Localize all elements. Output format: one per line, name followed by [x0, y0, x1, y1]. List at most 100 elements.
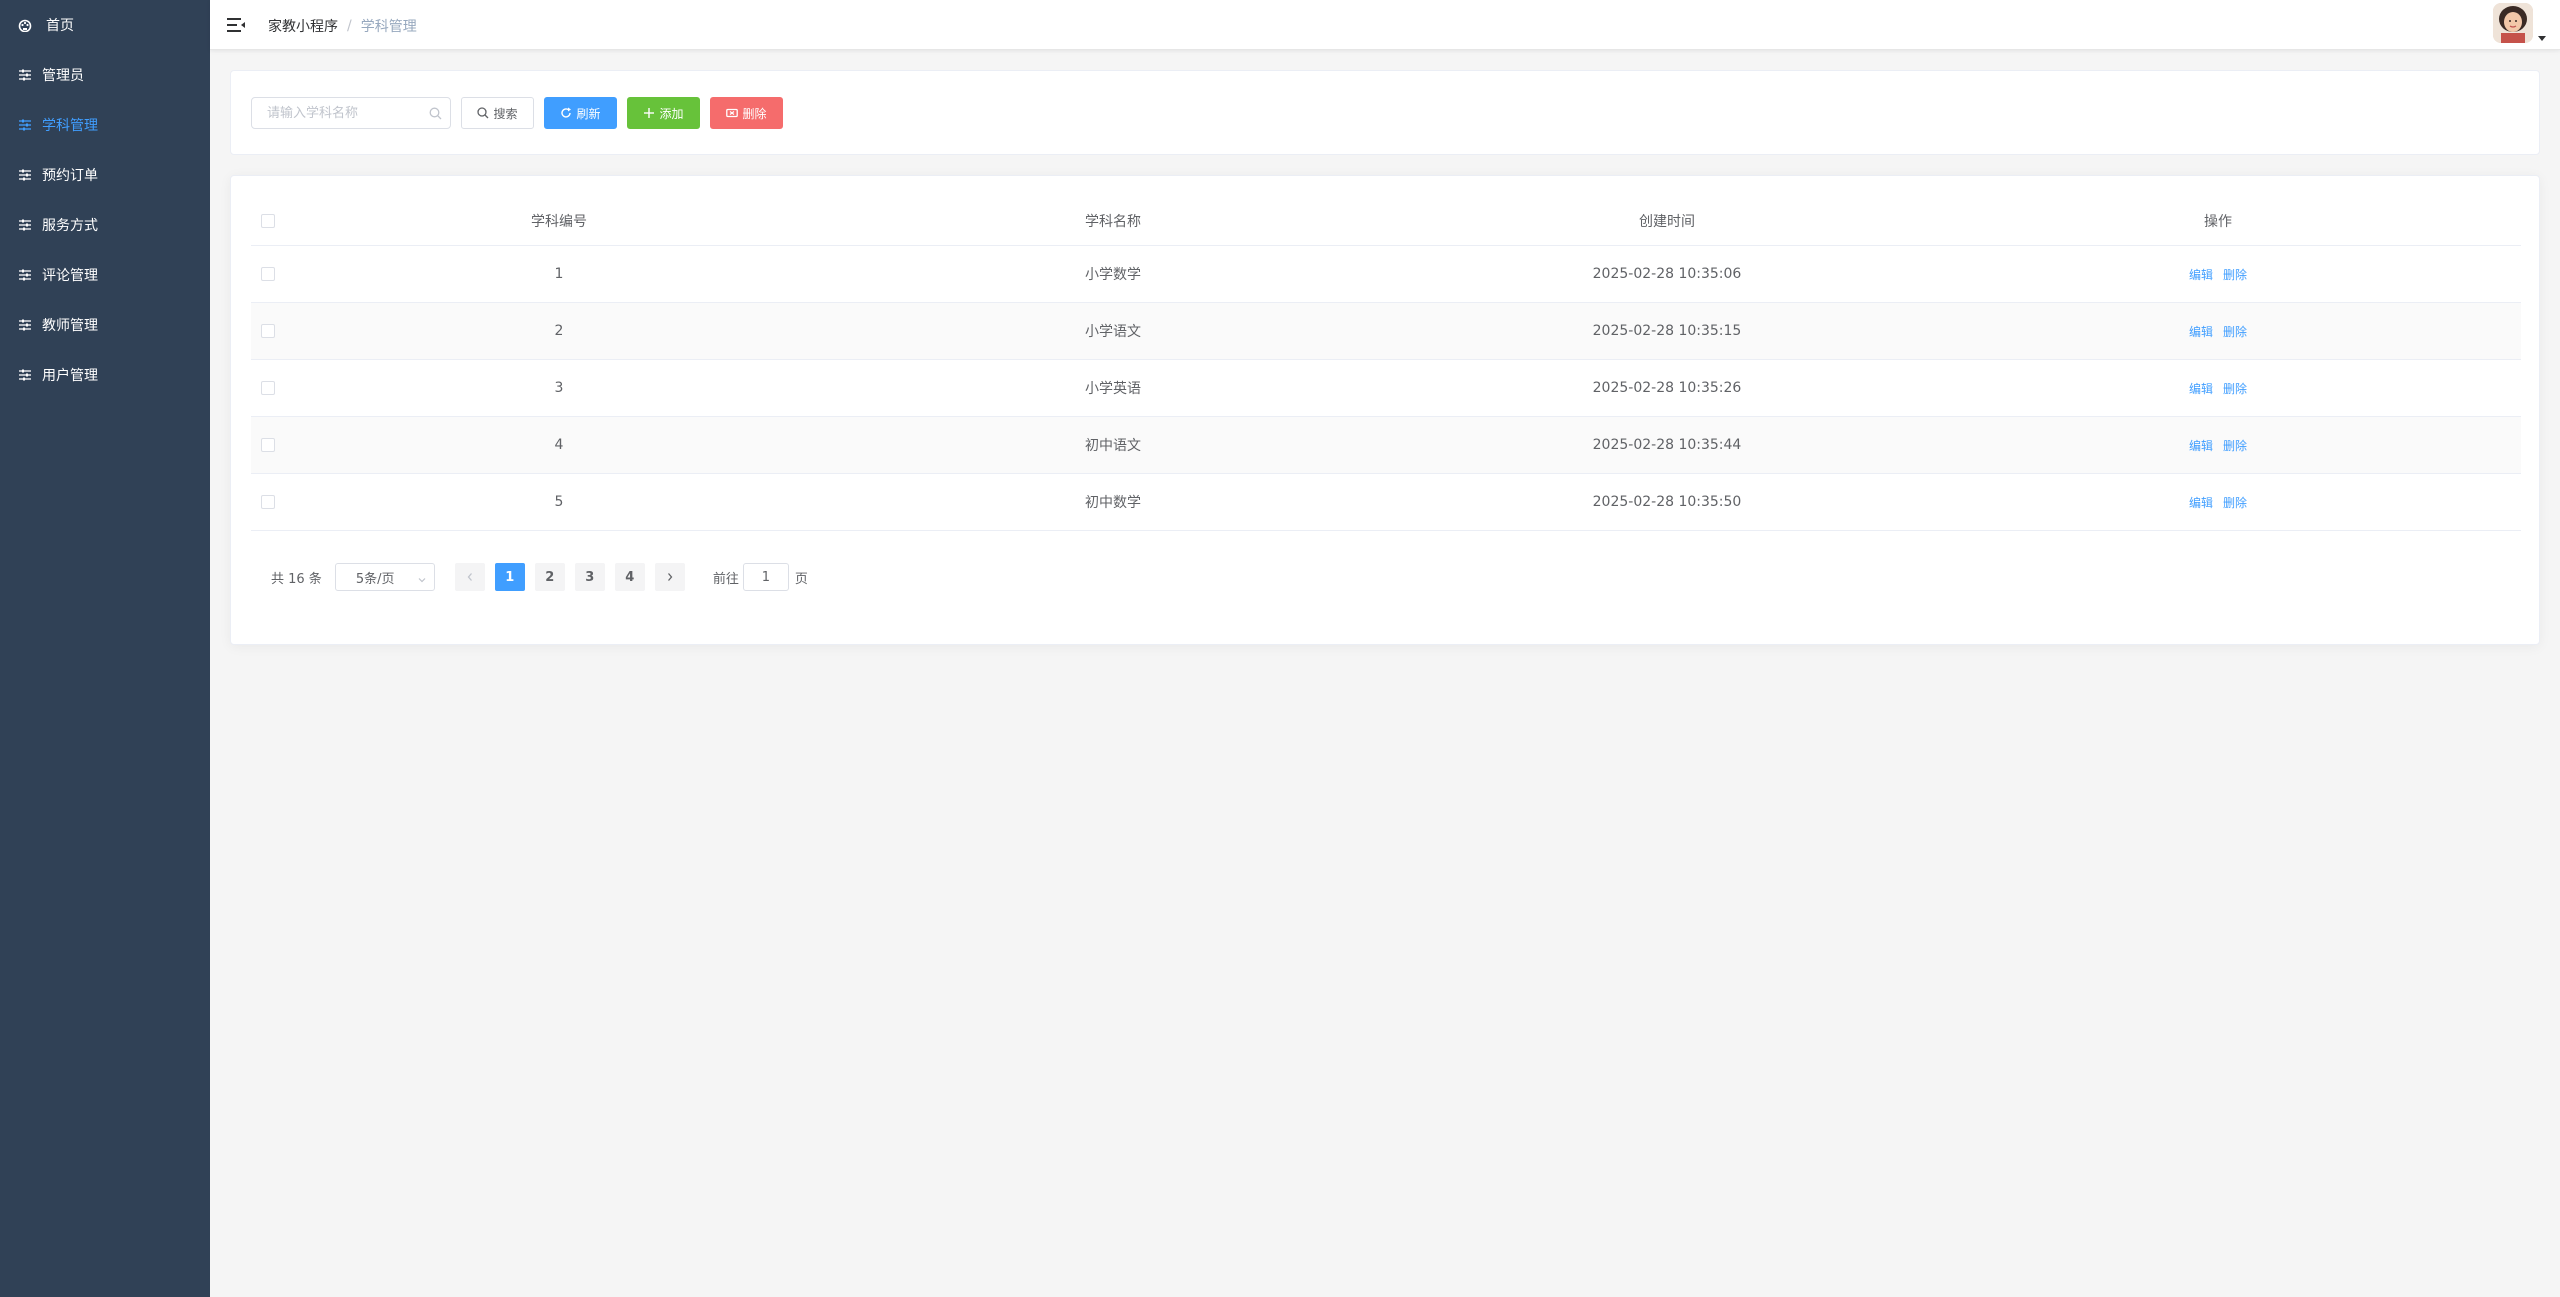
sidebar-item-service-methods[interactable]: 服务方式: [0, 200, 210, 250]
edit-link[interactable]: 编辑: [2189, 437, 2213, 454]
cell-created: 2025-02-28 10:35:15: [1592, 323, 1742, 339]
sidebar-item-subjects[interactable]: 学科管理: [0, 100, 210, 150]
chevron-right-icon: [667, 573, 673, 581]
sidebar-item-comments[interactable]: 评论管理: [0, 250, 210, 300]
sliders-icon: [18, 268, 32, 282]
cell-created: 2025-02-28 10:35:44: [1592, 437, 1742, 453]
sliders-icon: [18, 168, 32, 182]
sidebar-item-label: 服务方式: [42, 218, 98, 234]
next-page-button[interactable]: [654, 563, 685, 591]
sidebar-item-home[interactable]: 首页: [0, 0, 210, 50]
row-checkbox[interactable]: [261, 495, 275, 509]
batch-delete-button-label: 删除: [742, 106, 767, 121]
sidebar: 首页 管理员 学科管理 预约订单 服务方式 评论管理 教师管理 用户管理: [0, 0, 210, 1297]
delete-icon: [726, 107, 739, 119]
top-navbar: 家教小程序 / 学科管理: [210, 0, 2560, 50]
row-checkbox[interactable]: [261, 381, 275, 395]
cell-name: 初中数学: [1085, 495, 1141, 511]
add-button[interactable]: 添加: [627, 97, 700, 129]
avatar[interactable]: [2493, 3, 2533, 43]
edit-link[interactable]: 编辑: [2189, 494, 2213, 511]
column-header-actions: 操作: [2204, 213, 2232, 230]
breadcrumb-separator: /: [347, 18, 352, 34]
subject-table-card: 学科编号 学科名称 创建时间 操作 1 小学数学 2025-02-28 10:3…: [230, 175, 2540, 645]
batch-delete-button[interactable]: 删除: [710, 97, 783, 129]
sidebar-item-orders[interactable]: 预约订单: [0, 150, 210, 200]
pagination-total: 共 16 条: [271, 571, 322, 587]
row-checkbox[interactable]: [261, 438, 275, 452]
table-header-row: 学科编号 学科名称 创建时间 操作: [251, 196, 2521, 246]
sidebar-item-label: 首页: [46, 18, 74, 34]
sliders-icon: [18, 368, 32, 382]
refresh-icon: [560, 107, 572, 119]
cell-created: 2025-02-28 10:35:26: [1592, 380, 1742, 396]
search-input-wrapper: [251, 97, 451, 129]
sidebar-item-label: 评论管理: [42, 268, 98, 284]
column-header-created: 创建时间: [1639, 213, 1695, 230]
delete-link[interactable]: 删除: [2223, 380, 2247, 397]
cell-id: 5: [554, 494, 564, 510]
page-button-1[interactable]: 1: [494, 563, 525, 591]
delete-link[interactable]: 删除: [2223, 266, 2247, 283]
sliders-icon: [18, 218, 32, 232]
delete-link[interactable]: 删除: [2223, 494, 2247, 511]
cell-id: 2: [554, 323, 564, 339]
search-button-label: 搜索: [493, 106, 518, 121]
page-size-select[interactable]: 5条/页: [334, 563, 435, 591]
search-button[interactable]: 搜索: [461, 97, 534, 129]
chevron-left-icon: [467, 573, 472, 581]
sliders-icon: [18, 68, 32, 82]
page-jumper: 前往 页: [713, 563, 808, 591]
refresh-button-label: 刷新: [576, 106, 601, 121]
row-checkbox[interactable]: [261, 324, 275, 338]
cell-id: 4: [554, 437, 564, 453]
page-button-3[interactable]: 3: [574, 563, 605, 591]
prev-page-button[interactable]: [454, 563, 485, 591]
page-button-4[interactable]: 4: [614, 563, 645, 591]
page-size-value: 5条/页: [355, 571, 395, 587]
cell-name: 小学数学: [1085, 267, 1141, 283]
subject-table: 学科编号 学科名称 创建时间 操作 1 小学数学 2025-02-28 10:3…: [251, 196, 2521, 531]
select-all-checkbox[interactable]: [261, 213, 275, 228]
search-toolbar: 搜索 刷新 添加 删除: [230, 70, 2540, 155]
sidebar-item-users[interactable]: 用户管理: [0, 350, 210, 400]
edit-link[interactable]: 编辑: [2189, 266, 2213, 283]
sidebar-item-label: 学科管理: [42, 118, 98, 134]
page-button-2[interactable]: 2: [534, 563, 565, 591]
table-row: 2 小学语文 2025-02-28 10:35:15 编辑 删除: [251, 303, 2521, 360]
table-row: 1 小学数学 2025-02-28 10:35:06 编辑 删除: [251, 246, 2521, 303]
plus-icon: [643, 107, 655, 119]
cell-name: 初中语文: [1085, 438, 1141, 454]
sidebar-item-admin[interactable]: 管理员: [0, 50, 210, 100]
cell-created: 2025-02-28 10:35:06: [1592, 266, 1742, 282]
sidebar-item-label: 教师管理: [42, 318, 98, 334]
sliders-icon: [18, 318, 32, 332]
edit-link[interactable]: 编辑: [2189, 323, 2213, 340]
hamburger-icon[interactable]: [227, 16, 245, 34]
sidebar-item-teachers[interactable]: 教师管理: [0, 300, 210, 350]
subject-name-input[interactable]: [252, 98, 450, 128]
table-row: 3 小学英语 2025-02-28 10:35:26 编辑 删除: [251, 360, 2521, 417]
sidebar-item-label: 预约订单: [42, 168, 98, 184]
table-row: 4 初中语文 2025-02-28 10:35:44 编辑 删除: [251, 417, 2521, 474]
column-header-id: 学科编号: [531, 213, 587, 230]
refresh-button[interactable]: 刷新: [544, 97, 617, 129]
edit-link[interactable]: 编辑: [2189, 380, 2213, 397]
user-menu[interactable]: [2493, 3, 2546, 43]
jump-page-input[interactable]: [742, 563, 789, 591]
delete-link[interactable]: 删除: [2223, 437, 2247, 454]
row-checkbox[interactable]: [261, 267, 275, 281]
sidebar-item-label: 管理员: [42, 68, 84, 84]
cell-created: 2025-02-28 10:35:50: [1592, 494, 1742, 510]
dashboard-icon: [18, 18, 32, 32]
jump-suffix: 页: [794, 571, 808, 587]
breadcrumb-home[interactable]: 家教小程序: [268, 16, 338, 36]
search-icon: [477, 107, 489, 119]
caret-down-icon[interactable]: [2538, 36, 2546, 41]
cell-id: 3: [554, 380, 564, 396]
breadcrumb-current: 学科管理: [360, 19, 417, 35]
table-row: 5 初中数学 2025-02-28 10:35:50 编辑 删除: [251, 474, 2521, 531]
cell-id: 1: [554, 266, 564, 282]
delete-link[interactable]: 删除: [2223, 323, 2247, 340]
breadcrumb: 家教小程序 / 学科管理: [268, 16, 417, 36]
